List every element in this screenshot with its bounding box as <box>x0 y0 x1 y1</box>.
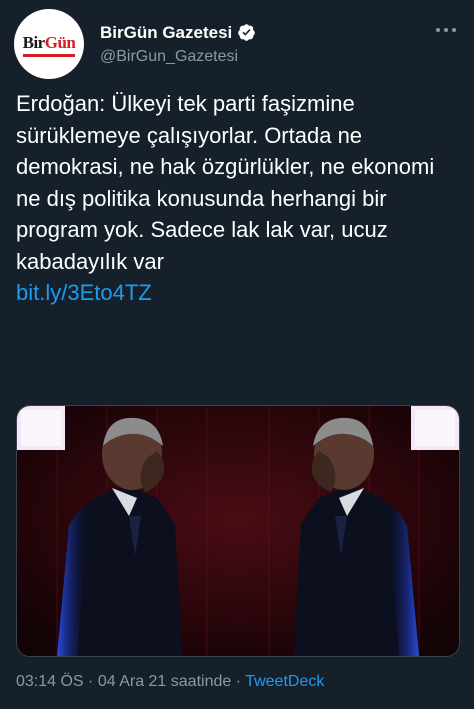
account-handle[interactable]: @BirGun_Gazetesi <box>100 48 428 66</box>
tweet-time[interactable]: 03:14 ÖS <box>16 673 84 690</box>
display-name[interactable]: BirGün Gazetesi <box>100 23 232 43</box>
tweet-media-image[interactable] <box>16 405 460 657</box>
tweet-text-block: Erdoğan: Ülkeyi tek parti faşizmine sürü… <box>16 88 464 309</box>
tweet-text: Erdoğan: Ülkeyi tek parti faşizmine sürü… <box>16 91 435 274</box>
meta-separator: · <box>83 673 98 690</box>
media-photo <box>17 406 459 656</box>
avatar[interactable]: BirGün <box>14 9 84 79</box>
logo-text-left: Bir <box>22 33 46 52</box>
tweet-link[interactable]: bit.ly/3Eto4TZ <box>16 280 152 305</box>
tweet-date[interactable]: 04 Ara 21 saatinde <box>98 673 231 690</box>
tweet-source[interactable]: TweetDeck <box>245 673 324 690</box>
tweet-header: BirGün BirGün Gazetesi @BirGun_Gazetesi <box>14 6 464 82</box>
meta-separator-2: · <box>231 673 246 690</box>
birgun-logo: BirGün <box>22 33 76 57</box>
tweet-meta: 03:14 ÖS · 04 Ara 21 saatinde · TweetDec… <box>16 673 324 691</box>
more-options-icon[interactable] <box>428 12 464 48</box>
name-row: BirGün Gazetesi <box>100 23 428 43</box>
tweet-container: BirGün BirGün Gazetesi @BirGun_Gazetesi … <box>0 0 474 709</box>
account-names: BirGün Gazetesi @BirGun_Gazetesi <box>100 23 428 66</box>
logo-text-right: Gün <box>44 33 76 52</box>
verified-badge-icon <box>238 24 256 41</box>
logo-underline <box>22 54 76 57</box>
